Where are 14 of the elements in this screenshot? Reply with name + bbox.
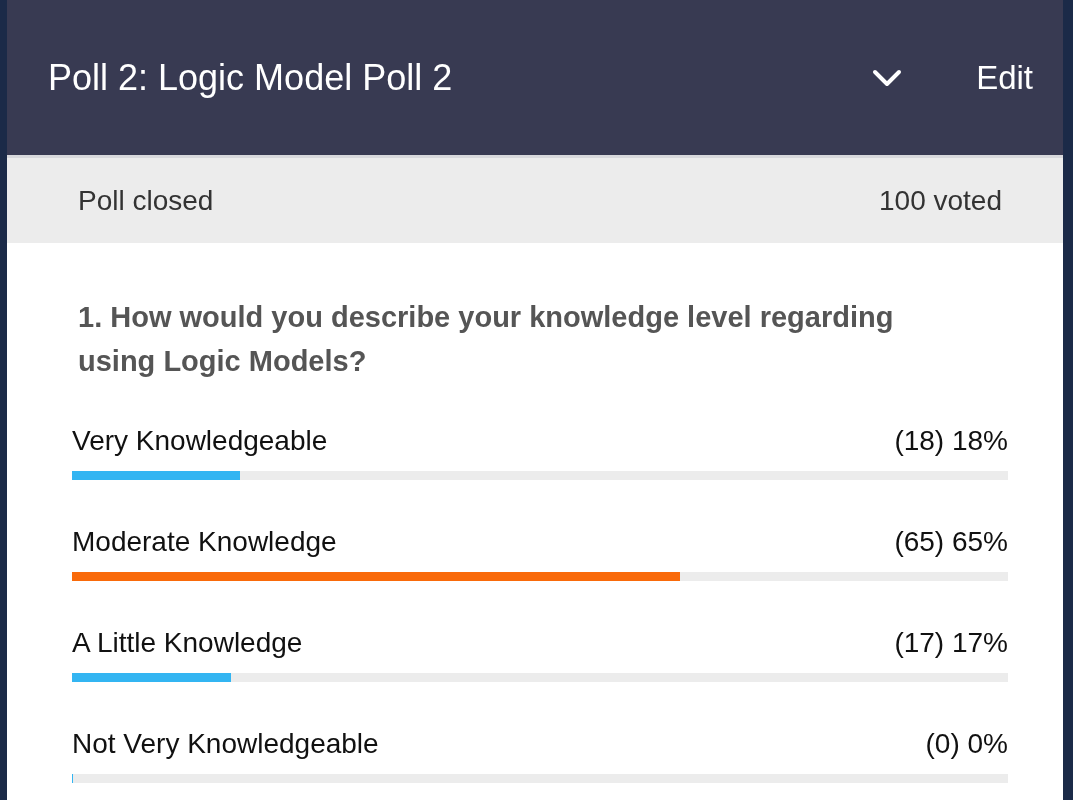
option-label: Not Very Knowledgeable [72, 727, 379, 761]
option-result: (18) 18% [894, 424, 1008, 458]
option-result: (65) 65% [894, 525, 1008, 559]
option-label: A Little Knowledge [72, 626, 303, 660]
option-result: (0) 0% [925, 727, 1008, 761]
chevron-down-icon[interactable] [872, 68, 903, 87]
edit-button[interactable]: Edit [976, 58, 1033, 97]
question-text: 1. How would you describe your knowledge level regarding using Logic Models? [77, 300, 895, 379]
vote-count: 100 voted [879, 184, 1002, 217]
poll-state: Poll closed [78, 184, 214, 217]
option-result: (17) 17% [894, 626, 1008, 660]
option-label: Very Knowledgeable [72, 424, 328, 458]
option-label: Moderate Knowledge [72, 525, 337, 559]
poll-title: Poll 2: Logic Model Poll 2 [48, 56, 454, 99]
